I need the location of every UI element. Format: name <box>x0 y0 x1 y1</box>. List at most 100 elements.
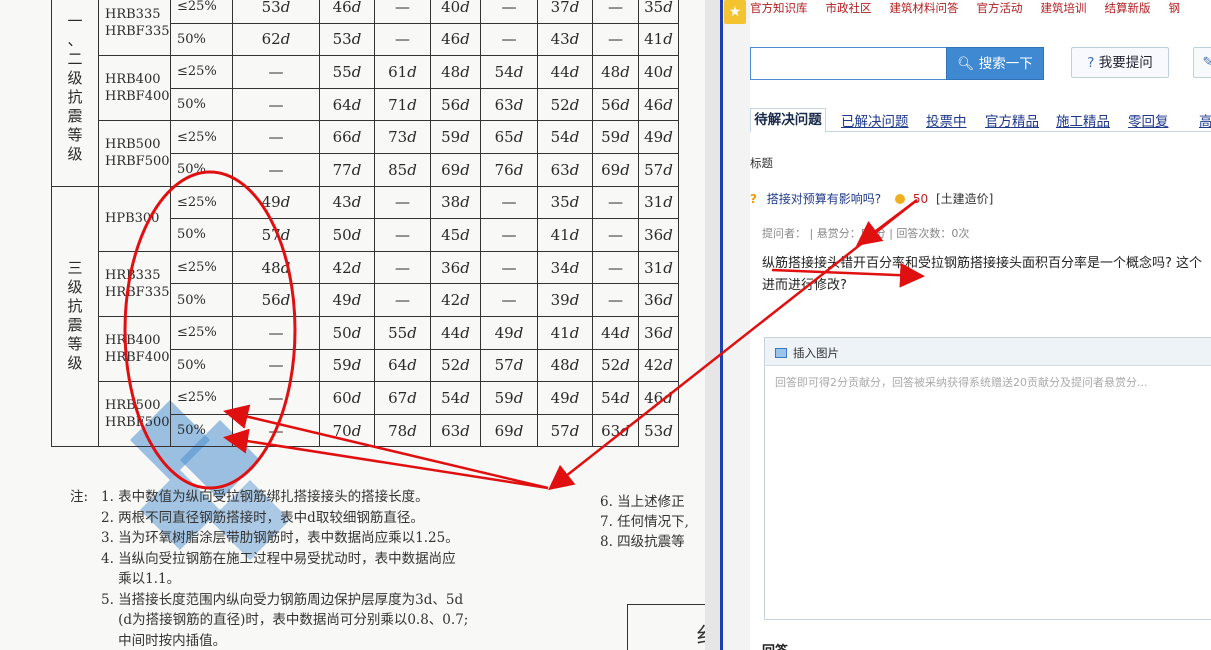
steel-grade-cell: HRB500 HRBF500 <box>98 120 171 187</box>
top-nav-link[interactable]: 建筑材料问答 <box>890 1 959 15</box>
percentage-cell: ≤25% <box>170 120 233 154</box>
lap-length-cell: 46d <box>430 22 481 57</box>
tab-item[interactable]: 零回复 <box>1128 110 1169 130</box>
percentage-cell: 50% <box>170 87 233 122</box>
bottom-box <box>627 604 705 650</box>
table-row: 三级抗震等级 HPB300 ≤25% 49d 43d —38d —35d —31d <box>51 185 679 448</box>
lap-length-cell: 44d <box>430 315 481 350</box>
lap-length-cell: — <box>592 218 639 252</box>
scanned-document: 一、二级抗震等级 HRB335 HRBF335 ≤25% 53d 46d —40d —37d —… <box>0 0 705 650</box>
lap-length-cell: — <box>374 0 431 24</box>
search-button[interactable]: 🔍︎ 搜索一下 <box>946 47 1044 80</box>
lap-length-cell: 60d <box>319 381 375 415</box>
tab-item[interactable]: 投票中 <box>926 110 967 130</box>
percentage-cell: ≤25% <box>170 381 233 415</box>
tab-item[interactable]: 官方精品 <box>985 110 1039 130</box>
lap-length-cell: 48d <box>232 250 320 285</box>
top-nav-link[interactable]: 官方知识库 <box>750 1 808 15</box>
qa-webpage: 官方知识库 市政社区 建筑材料问答 官方活动 建筑培训 结算新版 钢 🔍︎ 搜索一下 ? 我… <box>750 0 1211 650</box>
percentage-cell: 50% <box>170 218 233 252</box>
lap-length-cell: 63d <box>430 413 481 448</box>
search-icon: 🔍︎ <box>957 56 975 72</box>
lap-length-cell: 55d <box>319 55 375 89</box>
question-category[interactable]: [土建造价] <box>936 192 993 206</box>
question-tabs: 待解决问题 已解决问题投票中官方精品施工精品零回复 高悬 <box>750 108 1211 133</box>
lap-length-cell: 48d <box>430 55 481 89</box>
lap-length-cell: 64d <box>319 87 375 122</box>
note-line: 6. 当上述修正 <box>600 494 685 510</box>
lap-length-cell: 56d <box>592 87 639 122</box>
answer-textarea[interactable]: 回答即可得2分贡献分，回答被采纳获得系统赠送20贡献分及提问者悬赏分... <box>775 374 1147 390</box>
question-title-row: ? 搭接对预算有影响吗? 50 [土建造价] <box>750 190 993 207</box>
percentage-cell: 50% <box>170 413 233 448</box>
ask-question-button[interactable]: ? 我要提问 <box>1071 47 1169 78</box>
note-line: 乘以1.1。 <box>101 571 181 587</box>
lap-length-cell: — <box>374 283 431 317</box>
lap-length-cell: 49d <box>537 381 593 415</box>
lap-length-cell: 66d <box>319 120 375 154</box>
table-notes: 注: 1. 表中数值为纵向受拉钢筋绑扎搭接接头的搭接长度。 2. 两根不同直径钢筋… <box>70 487 468 649</box>
top-nav-link[interactable]: 钢 <box>1169 1 1181 15</box>
top-nav-link[interactable]: 官方活动 <box>977 1 1023 15</box>
lap-length-cell: 50d <box>319 315 375 350</box>
table-row: HRB500 HRBF500 ≤25% —66d 73d 59d 65d 54d 59d 49d <box>52 120 679 187</box>
top-nav-link[interactable]: 建筑培训 <box>1041 1 1087 15</box>
lap-length-cell: — <box>592 0 639 24</box>
percentage-cell: ≤25% <box>170 185 233 220</box>
insert-image-icon[interactable] <box>775 348 787 358</box>
top-nav-link[interactable]: 市政社区 <box>826 1 872 15</box>
lap-length-cell: 69d <box>430 152 481 187</box>
percentage-cell: 50% <box>170 152 233 187</box>
lap-length-cell: 61d <box>374 55 431 89</box>
tab-unsolved[interactable]: 待解决问题 <box>750 108 826 133</box>
editor-toolbar: 插入图片 <box>765 338 1211 366</box>
lap-length-cell: — <box>592 185 639 220</box>
tab-item[interactable]: 高悬 <box>1199 110 1211 130</box>
lap-length-cell: 71d <box>374 87 431 122</box>
notes-prefix: 注: <box>70 489 89 505</box>
answer-editor[interactable]: 插入图片 回答即可得2分贡献分，回答被采纳获得系统赠送20贡献分及提问者悬赏分.… <box>764 337 1211 620</box>
note-line: 3. 当为环氧树脂涂层带肋钢筋时，表中数据尚应乘以1.25。 <box>101 530 459 546</box>
lap-length-cell: 44d <box>537 55 593 89</box>
lap-length-cell: 40d <box>638 55 679 89</box>
table-row: 一、二级抗震等级 HRB335 HRBF335 ≤25% 53d 46d —40d —37d —… <box>51 0 679 187</box>
note-line: 7. 任何情况下, <box>600 514 689 530</box>
tab-item[interactable]: 已解决问题 <box>841 110 909 130</box>
tab-item[interactable]: 施工精品 <box>1056 110 1110 130</box>
ask-button-label: 我要提问 <box>1098 55 1153 71</box>
lap-length-cell: 45d <box>430 218 481 252</box>
note-line: 中间时按内插值。 <box>101 632 227 649</box>
pen-icon[interactable]: ✎ <box>1193 47 1211 78</box>
percentage-cell: 50% <box>170 22 233 57</box>
lap-length-cell: 65d <box>480 120 538 154</box>
lap-length-cell: 57d <box>638 152 679 187</box>
lap-length-cell: — <box>592 250 639 285</box>
lap-length-cell: — <box>374 185 431 220</box>
steel-grade-cell: HRB335 HRBF335 <box>98 0 171 57</box>
lap-length-cell: 70d <box>319 413 375 448</box>
lap-length-cell: 54d <box>537 120 593 154</box>
top-nav-link[interactable]: 结算新版 <box>1105 1 1151 15</box>
search-button-label: 搜索一下 <box>978 56 1033 72</box>
lap-length-cell: 50d <box>319 218 375 252</box>
lap-length-cell: 34d <box>537 250 593 285</box>
window-divider[interactable] <box>705 0 720 650</box>
search-input[interactable] <box>750 47 946 80</box>
lap-length-cell: — <box>232 348 320 383</box>
lap-length-cell: 49d <box>638 120 679 154</box>
insert-image-label[interactable]: 插入图片 <box>793 346 839 360</box>
percentage-cell: 50% <box>170 283 233 317</box>
section-label: 标题 <box>750 156 773 170</box>
table-row: HRB500 HRBF500 ≤25% —60d 67d 54d 59d 49d 54d 46d <box>52 381 679 448</box>
lap-length-cell: 41d <box>638 22 679 57</box>
steel-grade-cell: HPB300 <box>98 185 171 252</box>
lap-length-cell: 56d <box>430 87 481 122</box>
lap-length-cell: 52d <box>592 348 639 383</box>
top-nav: 官方知识库 市政社区 建筑材料问答 官方活动 建筑培训 结算新版 钢 <box>750 0 1211 17</box>
lap-length-cell: 39d <box>537 283 593 317</box>
lap-length-cell: 31d <box>638 250 679 285</box>
question-title-link[interactable]: 搭接对预算有影响吗? <box>767 192 881 206</box>
lap-length-cell: 36d <box>430 250 481 285</box>
favorites-star-icon[interactable]: ★ <box>724 0 746 24</box>
lap-length-cell: 49d <box>232 185 320 220</box>
